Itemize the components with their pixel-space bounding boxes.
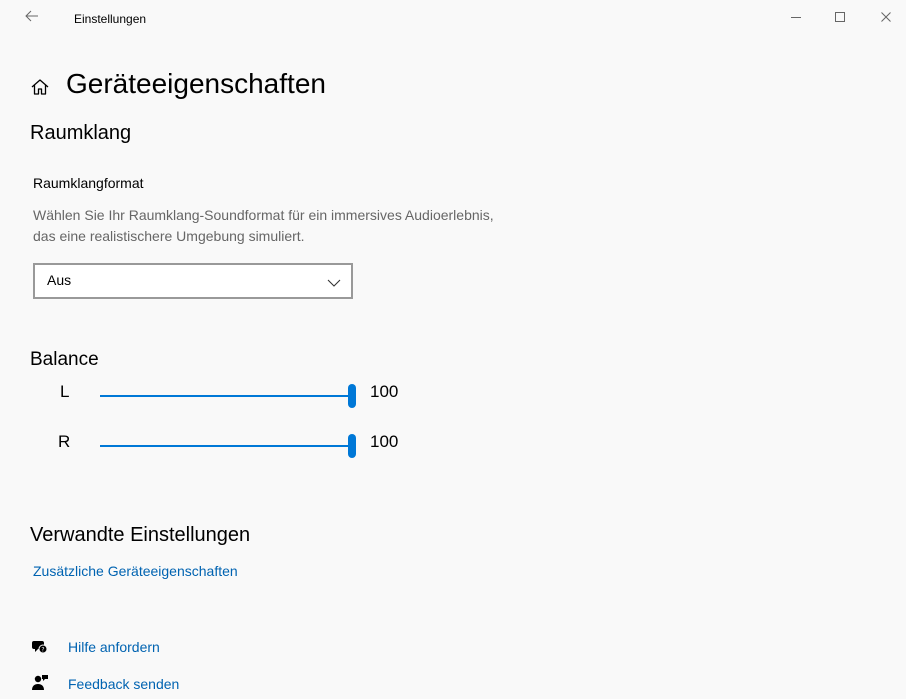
feedback-person-icon bbox=[31, 674, 49, 692]
get-help-link[interactable]: Hilfe anfordern bbox=[68, 639, 160, 655]
back-arrow-icon[interactable] bbox=[22, 8, 42, 28]
balance-left-label: L bbox=[60, 382, 70, 401]
minimize-icon[interactable] bbox=[786, 6, 806, 30]
home-icon[interactable] bbox=[30, 77, 50, 97]
balance-right-label: R bbox=[58, 432, 71, 451]
title-bar: Einstellungen bbox=[0, 0, 906, 38]
spatial-format-description: Wählen Sie Ihr Raumklang-Soundformat für… bbox=[33, 207, 494, 244]
dropdown-selected-value: Aus bbox=[47, 272, 72, 288]
close-icon[interactable] bbox=[876, 6, 896, 30]
send-feedback-link[interactable]: Feedback senden bbox=[68, 676, 179, 692]
maximize-icon[interactable] bbox=[830, 6, 850, 30]
balance-right-slider[interactable] bbox=[100, 434, 356, 458]
slider-track bbox=[100, 395, 352, 397]
section-title-balance: Balance bbox=[30, 349, 99, 370]
window-title: Einstellungen bbox=[74, 12, 147, 26]
spatial-format-dropdown[interactable]: Aus bbox=[33, 263, 353, 299]
slider-thumb[interactable] bbox=[348, 434, 356, 458]
section-title-spatial-sound: Raumklang bbox=[30, 122, 132, 144]
balance-left-slider[interactable] bbox=[100, 384, 356, 408]
balance-left-value: 100 bbox=[370, 382, 399, 401]
slider-track bbox=[100, 445, 352, 447]
page-title: Geräteeigenschaften bbox=[66, 68, 326, 99]
chevron-down-icon bbox=[327, 275, 341, 287]
additional-device-properties-link[interactable]: Zusätzliche Geräteeigenschaften bbox=[33, 563, 238, 579]
svg-text:?: ? bbox=[41, 647, 44, 654]
section-title-related: Verwandte Einstellungen bbox=[30, 524, 251, 546]
help-chat-icon: ? bbox=[31, 638, 49, 656]
balance-right-value: 100 bbox=[370, 432, 399, 451]
slider-thumb[interactable] bbox=[348, 384, 356, 408]
spatial-format-label: Raumklangformat bbox=[33, 175, 144, 191]
